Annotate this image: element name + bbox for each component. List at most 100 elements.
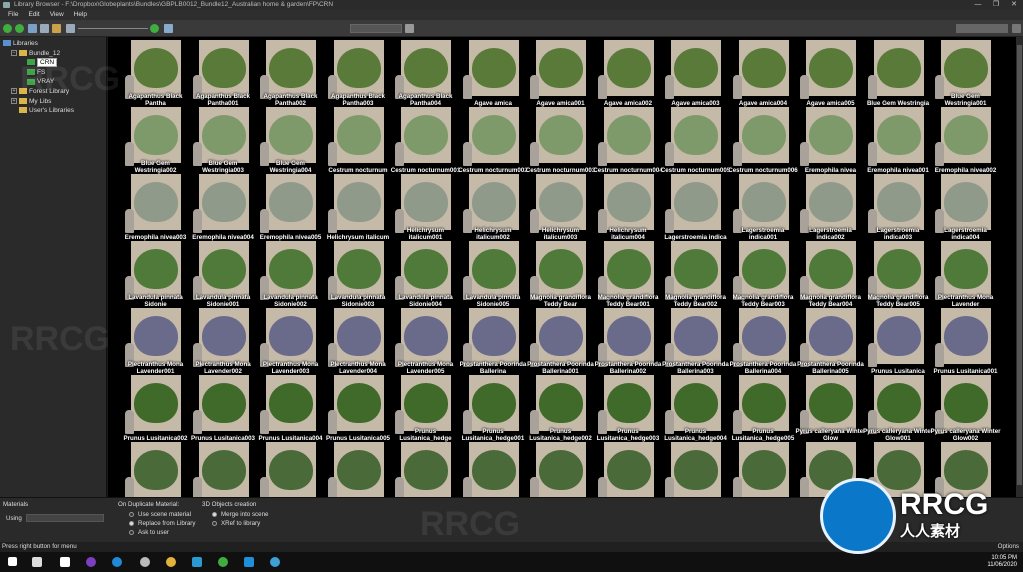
expander-icon[interactable]: − xyxy=(11,49,17,56)
thumbnail-tile[interactable]: Eremophila nivea002 xyxy=(932,107,999,174)
toolbar-scroll[interactable] xyxy=(956,24,1008,33)
search-input[interactable] xyxy=(350,24,402,33)
thumbnail-tile[interactable] xyxy=(325,442,392,497)
radio-xref[interactable] xyxy=(212,521,217,526)
tree-item[interactable]: FS xyxy=(19,68,45,77)
thumbnail-tile[interactable] xyxy=(595,442,662,497)
app-blue-icon[interactable] xyxy=(192,557,202,567)
thumbnail-tile[interactable]: Cestrum nocturnum006 xyxy=(728,107,798,174)
thumbnail-tile[interactable]: Blue Gem Westringia002 xyxy=(122,107,189,174)
thumbnail-tile[interactable]: Prostanthera Poorinda Ballerina001 xyxy=(527,308,594,375)
refresh-icon[interactable] xyxy=(164,24,173,33)
zoom-out-icon[interactable] xyxy=(66,24,75,33)
task-view-icon[interactable] xyxy=(32,557,42,567)
start-icon[interactable] xyxy=(8,557,17,566)
tree-item[interactable]: CRN xyxy=(19,58,58,68)
folder-icon[interactable] xyxy=(52,24,61,33)
thumbnail-tile[interactable]: Plectranthus Mona Lavender004 xyxy=(325,308,392,375)
thumbnail-tile[interactable]: Prunus Lusitanica xyxy=(865,308,932,375)
thumbnail-tile[interactable]: Magnolia grandiflora Teddy Bear001 xyxy=(595,241,662,308)
thumbnail-tile[interactable]: Prostanthera Poorinda Ballerina004 xyxy=(730,308,797,375)
thumbnail-tile[interactable]: Helichrysum italicum xyxy=(325,174,392,241)
thumbnail-tile[interactable]: Agave amica xyxy=(460,40,527,107)
thumbnail-tile[interactable]: Eremophila nivea xyxy=(797,107,864,174)
chrome-icon[interactable] xyxy=(166,557,176,567)
scrollbar-thumb[interactable] xyxy=(1017,45,1022,485)
thumbnail-tile[interactable] xyxy=(460,442,527,497)
thumbnail-tile[interactable]: Cestrum nocturnum003 xyxy=(526,107,595,174)
thumbnail-tile[interactable]: Lavandula pinnata Sidonie003 xyxy=(325,241,392,308)
thumbnail-tile[interactable]: Agave amica002 xyxy=(595,40,662,107)
thumbnail-tile[interactable]: Helichrysum italicum004 xyxy=(595,174,662,241)
thumbnail-tile[interactable]: Agapanthus Black Pantha xyxy=(122,40,189,107)
maximize-button[interactable]: ❐ xyxy=(987,0,1005,10)
thumbnail-tile[interactable]: Agapanthus Black Pantha002 xyxy=(257,40,324,107)
thumbnail-tile[interactable]: Lavandula pinnata Sidonie xyxy=(122,241,189,308)
thumbnail-tile[interactable]: Lagerstroemia indica003 xyxy=(865,174,932,241)
thumbnail-tile[interactable]: Prunus Lusitanica_hedge003 xyxy=(595,375,662,442)
thumbnail-tile[interactable]: Agave amica003 xyxy=(662,40,729,107)
tree-item[interactable]: − Bundle_12 xyxy=(11,49,60,58)
thumbnail-tile[interactable]: Prunus Lusitanica004 xyxy=(257,375,324,442)
tree-item[interactable]: + My Libs xyxy=(11,97,51,106)
thumbnail-tile[interactable]: Eremophila nivea004 xyxy=(190,174,257,241)
thumbnail-tile[interactable]: Plectranthus Mona Lavender001 xyxy=(122,308,189,375)
thumbnail-tile[interactable]: Blue Gem Westringia xyxy=(865,40,932,107)
view-icon[interactable] xyxy=(28,24,37,33)
options-button[interactable]: Options xyxy=(998,542,1019,552)
thumbnail-tile[interactable]: Agave amica001 xyxy=(527,40,594,107)
thumbnail-tile[interactable]: Agave amica004 xyxy=(730,40,797,107)
thumbnail-tile[interactable]: Cestrum nocturnum001 xyxy=(391,107,460,174)
thumbnail-tile[interactable]: Lavandula pinnata Sidonie005 xyxy=(460,241,527,308)
thumbnail-size-slider[interactable] xyxy=(78,28,148,29)
menu-view[interactable]: View xyxy=(45,10,69,20)
thumbnail-tile[interactable]: Plectranthus Mona Lavender005 xyxy=(392,308,459,375)
tree-item[interactable]: User's Libraries xyxy=(11,106,74,115)
thumbnail-tile[interactable]: Helichrysum italicum001 xyxy=(392,174,459,241)
thumbnail-tile[interactable]: Helichrysum italicum002 xyxy=(460,174,527,241)
thumbnail-tile[interactable]: Prunus Lusitanica_hedge005 xyxy=(730,375,797,442)
thumbnail-tile[interactable]: Agapanthus Black Pantha004 xyxy=(392,40,459,107)
thumbnail-tile[interactable]: Lagerstroemia indica002 xyxy=(797,174,864,241)
thumbnail-tile[interactable]: Lagerstroemia indica004 xyxy=(932,174,999,241)
thumbnail-tile[interactable]: Prunus Lusitanica001 xyxy=(932,308,999,375)
radio-ask-user[interactable] xyxy=(129,530,134,535)
thumbnail-tile[interactable]: Prunus Lusitanica005 xyxy=(325,375,392,442)
thumbnail-tile[interactable] xyxy=(190,442,257,497)
thumbnail-tile[interactable]: Cestrum nocturnum004 xyxy=(593,107,663,174)
thumbnail-tile[interactable] xyxy=(662,442,729,497)
thumbnail-tile[interactable]: Prostanthera Poorinda Ballerina003 xyxy=(662,308,729,375)
thumbnail-tile[interactable]: Pyrus calleryana Winter Glow xyxy=(795,375,866,442)
thumbnail-tile[interactable]: Pyrus calleryana Winter Glow001 xyxy=(863,375,933,442)
thumbnail-tile[interactable]: Prostanthera Poorinda Ballerina xyxy=(460,308,527,375)
thumbnail-tile[interactable]: Magnolia grandiflora Teddy Bear003 xyxy=(730,241,797,308)
thumbnail-tile[interactable]: Lavandula pinnata Sidonie004 xyxy=(392,241,459,308)
thumbnail-tile[interactable]: Prostanthera Poorinda Ballerina002 xyxy=(595,308,662,375)
thumbnail-tile[interactable]: Agapanthus Black Pantha001 xyxy=(190,40,257,107)
app-grey-icon[interactable] xyxy=(140,557,150,567)
thumbnail-tile[interactable]: Prunus Lusitanica002 xyxy=(122,375,189,442)
expander-icon[interactable]: + xyxy=(11,88,17,95)
thumbnail-tile[interactable]: Blue Gem Westringia003 xyxy=(190,107,257,174)
thumbnail-tile[interactable] xyxy=(730,442,797,497)
thumbnail-tile[interactable]: Plectranthus Mona Lavender002 xyxy=(190,308,257,375)
thumbnail-tile[interactable]: Agapanthus Black Pantha003 xyxy=(325,40,392,107)
thumbnail-tile[interactable]: Lavandula pinnata Sidonie001 xyxy=(190,241,257,308)
app-chat-icon[interactable] xyxy=(270,557,280,567)
thumbnail-tile[interactable]: Plectranthus Mona Lavender xyxy=(932,241,999,308)
thumbnail-tile[interactable]: Prostanthera Poorinda Ballerina005 xyxy=(797,308,864,375)
thumbnail-tile[interactable]: Eremophila nivea005 xyxy=(257,174,324,241)
menu-help[interactable]: Help xyxy=(69,10,92,20)
thumbnail-tile[interactable]: Lagerstroemia indica001 xyxy=(730,174,797,241)
app-green-icon[interactable] xyxy=(218,557,228,567)
thumbnail-tile[interactable]: Magnolia grandiflora Teddy Bear005 xyxy=(865,241,932,308)
radio-replace-library[interactable] xyxy=(129,521,134,526)
minimize-button[interactable]: — xyxy=(969,0,987,10)
thumbnail-tile[interactable] xyxy=(527,442,594,497)
tree-item[interactable]: + Forest Library xyxy=(11,87,69,96)
thumbnail-tile[interactable] xyxy=(392,442,459,497)
thumbnail-tile[interactable]: Prunus Lusitanica003 xyxy=(190,375,257,442)
thumbnail-tile[interactable]: Eremophila nivea001 xyxy=(865,107,932,174)
app-purple-icon[interactable] xyxy=(86,557,96,567)
list-icon[interactable] xyxy=(40,24,49,33)
